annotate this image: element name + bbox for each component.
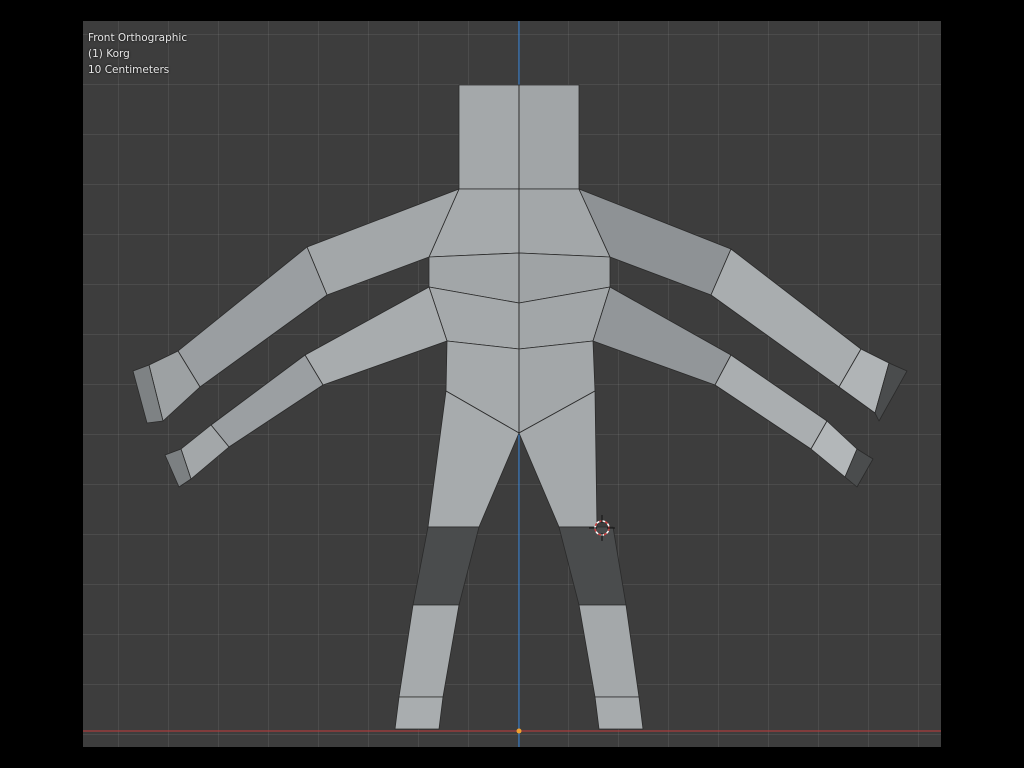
viewport-info-overlay: Front Orthographic (1) Korg 10 Centimete… xyxy=(88,30,187,78)
object-label: (1) Korg xyxy=(88,48,130,60)
right-knee xyxy=(558,526,627,606)
right-lower-arm-forearm xyxy=(714,354,828,450)
view-name-label: Front Orthographic xyxy=(88,32,188,44)
left-lower-arm-shoulder xyxy=(304,286,448,386)
left-knee xyxy=(412,526,480,606)
3d-viewport[interactable]: Front Orthographic (1) Korg 10 Centimete… xyxy=(83,21,941,747)
right-foot xyxy=(594,696,644,730)
head-face-right xyxy=(518,84,580,190)
right-shin xyxy=(578,604,640,698)
left-foot xyxy=(394,696,444,730)
head-face-left xyxy=(458,84,520,190)
origin-point-icon[interactable] xyxy=(516,728,522,734)
grid-scale-label: 10 Centimeters xyxy=(88,64,170,76)
scene-canvas[interactable] xyxy=(83,21,941,747)
right-lower-arm-shoulder xyxy=(592,286,732,386)
mesh-korg[interactable] xyxy=(132,84,908,730)
left-shin xyxy=(398,604,460,698)
left-lower-arm-forearm xyxy=(210,354,324,448)
